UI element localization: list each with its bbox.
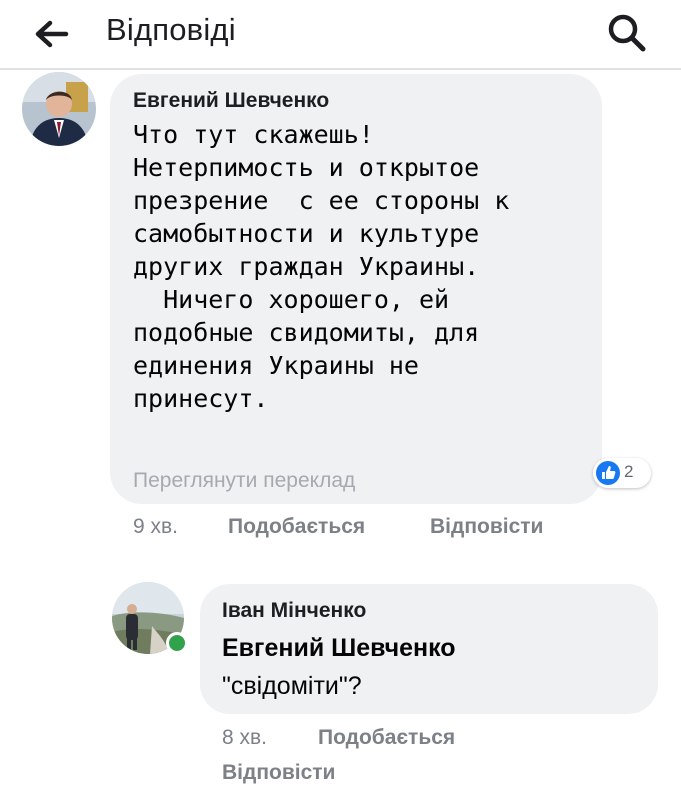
reaction-badge[interactable]: 2 <box>593 458 651 488</box>
see-translation-link[interactable]: Переглянути переклад <box>133 469 355 493</box>
reaction-count: 2 <box>624 462 634 481</box>
reply-mention[interactable]: Евгений Шевченко <box>222 634 456 663</box>
like-icon <box>596 461 620 485</box>
avatar[interactable] <box>22 72 96 146</box>
back-button[interactable] <box>30 14 74 54</box>
reply-text: "свідоміти"? <box>222 672 362 700</box>
reply-author[interactable]: Іван Мінченко <box>222 599 366 623</box>
comment-timestamp: 9 хв. <box>133 515 179 538</box>
comment-author[interactable]: Евгений Шевченко <box>133 89 329 113</box>
like-button[interactable]: Подобається <box>228 515 365 539</box>
avatar-photo <box>22 72 96 146</box>
comment-text: Что тут скажешь! Нетерпимость и открытое… <box>133 120 510 413</box>
search-button[interactable] <box>604 10 650 56</box>
reply-button[interactable]: Відповісти <box>430 515 543 539</box>
page-title: Відповіді <box>106 12 236 47</box>
reply-like-button[interactable]: Подобається <box>318 726 455 750</box>
arrow-left-icon <box>35 20 69 48</box>
search-icon <box>608 14 646 52</box>
online-status-indicator <box>166 632 188 654</box>
reply-timestamp: 8 хв. <box>222 726 268 749</box>
reply-reply-button[interactable]: Відповісти <box>222 761 335 785</box>
top-bar: Відповіді <box>0 0 681 70</box>
